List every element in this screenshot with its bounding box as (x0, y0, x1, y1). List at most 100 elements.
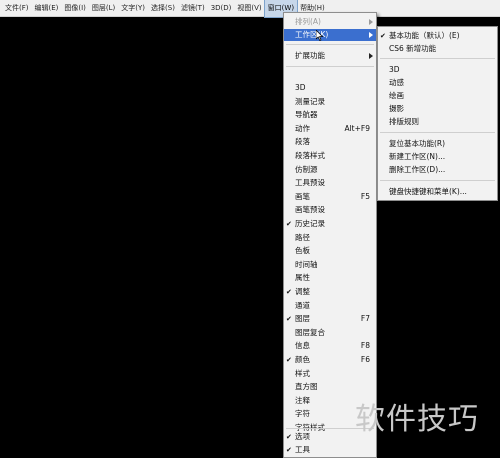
menu-item-label: 复位基本功能(R) (389, 139, 446, 148)
menu-item-label: 画笔 (295, 191, 310, 201)
watermark-text: 软件技巧 (355, 402, 479, 437)
checkmark-icon: ✔ (286, 433, 292, 441)
menu-item-label: 时间轴 (295, 259, 318, 269)
workspace-submenu: ✔ 基本功能（默认）(E) CS6 新增功能 3D 动感 绘画 摄影 排版规则 … (377, 26, 498, 201)
menu-item-keyboard-shortcuts[interactable]: 键盘快捷键和菜单(K)... (378, 186, 497, 198)
menu-item-label: 色板 (295, 246, 310, 256)
menu-item-label: 基本功能（默认）(E) (389, 31, 460, 40)
menu-item-label: 字符 (295, 409, 310, 419)
submenu-arrow-icon (369, 32, 373, 38)
menu-item-panel[interactable]: 测量记录 (284, 96, 376, 108)
menu-select[interactable]: 选择(S) (148, 0, 178, 17)
checkmark-icon: ✔ (286, 220, 292, 228)
menu-item-label: 历史记录 (295, 219, 325, 228)
menu-item-panel[interactable]: 通道 (284, 300, 376, 312)
submenu-arrow-icon (369, 53, 373, 59)
menu-item-panel[interactable]: 画笔预设 (284, 204, 376, 216)
checkmark-icon: ✔ (286, 446, 292, 454)
menu-item-label: 注释 (295, 395, 310, 405)
menu-item-label: 通道 (295, 300, 310, 310)
mouse-pointer-icon (316, 30, 324, 41)
menu-item-panel[interactable]: 工具预设 (284, 177, 376, 189)
menu-item-panel[interactable]: 属性 (284, 272, 376, 284)
menu-item-panel[interactable]: 信息 F8 (284, 340, 376, 352)
checkmark-icon: ✔ (286, 288, 292, 296)
menu-edit[interactable]: 编辑(E) (32, 0, 62, 17)
menu-layer[interactable]: 图层(L) (89, 0, 118, 17)
menu-separator (380, 58, 495, 59)
menu-separator (286, 44, 374, 45)
menu-item-cs6-new[interactable]: CS6 新增功能 (378, 43, 497, 55)
menu-file[interactable]: 文件(F) (2, 0, 32, 17)
menu-item-shortcut: Alt+F9 (344, 123, 370, 133)
menu-item-label: 图层 (295, 314, 310, 324)
menu-item-label: 排版规则 (389, 117, 419, 126)
menu-item-label: 调整 (295, 287, 310, 296)
menu-item-label: 段落样式 (295, 151, 325, 160)
menu-item-label: 摄影 (389, 104, 404, 113)
menu-item-panel[interactable]: 图层复合 (284, 327, 376, 339)
menu-item-shortcut: F5 (360, 191, 370, 201)
menu-item-shortcut: F7 (360, 314, 370, 324)
menu-item-panel[interactable]: 仿制源 (284, 164, 376, 176)
menu-item-panel[interactable]: 段落样式 (284, 150, 376, 162)
menu-item-reset-essentials[interactable]: 复位基本功能(R) (378, 138, 497, 150)
menu-item-delete-workspace[interactable]: 删除工作区(D)... (378, 164, 497, 176)
menu-item-panel[interactable]: 时间轴 (284, 259, 376, 271)
menu-item-panel[interactable]: 画笔 F5 (284, 191, 376, 203)
menu-bar: 文件(F) 编辑(E) 图像(I) 图层(L) 文字(Y) 选择(S) 滤镜(T… (0, 0, 500, 18)
menu-item-label: 颜色 (295, 355, 310, 364)
menu-separator (286, 66, 374, 67)
menu-item-label: 工具预设 (295, 178, 325, 188)
menu-item-panel[interactable]: ✔ 图层 F7 (284, 313, 376, 325)
menu-item-arrange[interactable]: 排列(A) (284, 16, 376, 28)
menu-item-label: 路径 (295, 232, 310, 242)
menu-item-panel[interactable]: 路径 (284, 232, 376, 244)
menu-item-new-workspace[interactable]: 新建工作区(N)... (378, 151, 497, 163)
menu-item-label: 3D (389, 65, 400, 74)
menu-item-tools[interactable]: ✔ 工具 (284, 444, 376, 456)
menu-item-label: 新建工作区(N)... (389, 152, 446, 161)
menu-item-label: 3D (295, 83, 306, 92)
menu-item-shortcut: F6 (360, 355, 370, 364)
menu-item-ws-3d[interactable]: 3D (378, 64, 497, 76)
menu-item-label: 样式 (295, 368, 310, 378)
menu-item-extensions[interactable]: 扩展功能 (284, 50, 376, 62)
menu-item-label: 测量记录 (295, 96, 325, 106)
menu-item-panel[interactable]: 色板 (284, 245, 376, 257)
menu-item-essentials[interactable]: ✔ 基本功能（默认）(E) (378, 30, 497, 42)
menu-item-label: 动感 (389, 78, 404, 87)
menu-item-panel[interactable]: ✔ 调整 (284, 286, 376, 298)
menu-item-panel[interactable]: 段落 (284, 136, 376, 148)
menu-item-ws-painting[interactable]: 绘画 (378, 90, 497, 102)
menu-item-workspace[interactable]: 工作区(K) (284, 29, 376, 41)
menu-item-label: CS6 新增功能 (389, 44, 437, 53)
menu-type[interactable]: 文字(Y) (118, 0, 148, 17)
menu-item-label: 段落 (295, 137, 310, 147)
menu-item-label: 属性 (295, 273, 310, 283)
menu-item-label: 动作 (295, 123, 310, 133)
menu-item-panel[interactable]: ✔ 历史记录 (284, 218, 376, 230)
menu-item-panel[interactable]: 动作 Alt+F9 (284, 123, 376, 135)
window-menu-dropdown: 排列(A) 工作区(K) 扩展功能 3D 测量记录导航器动作 Alt+F9 段落段落样… (283, 12, 377, 458)
menu-item-label: 图层复合 (295, 327, 325, 337)
menu-item-label: 工具 (295, 445, 310, 454)
menu-item-panel[interactable]: 导航器 (284, 109, 376, 121)
menu-item-label: 选项 (295, 432, 310, 441)
menu-3d[interactable]: 3D(D) (208, 0, 235, 17)
menu-item-ws-typography[interactable]: 排版规则 (378, 116, 497, 128)
menu-image[interactable]: 图像(I) (61, 0, 89, 17)
menu-item-label: 扩展功能 (295, 51, 325, 60)
menu-item-label: 绘画 (389, 91, 404, 100)
menu-item-panel[interactable]: 直方图 (284, 381, 376, 393)
menu-item-panel[interactable]: ✔ 颜色 F6 (284, 354, 376, 366)
menu-item-ws-photography[interactable]: 摄影 (378, 103, 497, 115)
menu-item-panel[interactable]: 3D (284, 82, 376, 94)
menu-item-panel[interactable]: 样式 (284, 368, 376, 380)
checkmark-icon: ✔ (380, 32, 386, 40)
menu-item-label: 导航器 (295, 110, 318, 120)
menu-item-label: 删除工作区(D)... (389, 165, 446, 174)
menu-filter[interactable]: 滤镜(T) (178, 0, 208, 17)
menu-view[interactable]: 视图(V) (234, 0, 264, 17)
menu-item-ws-motion[interactable]: 动感 (378, 77, 497, 89)
